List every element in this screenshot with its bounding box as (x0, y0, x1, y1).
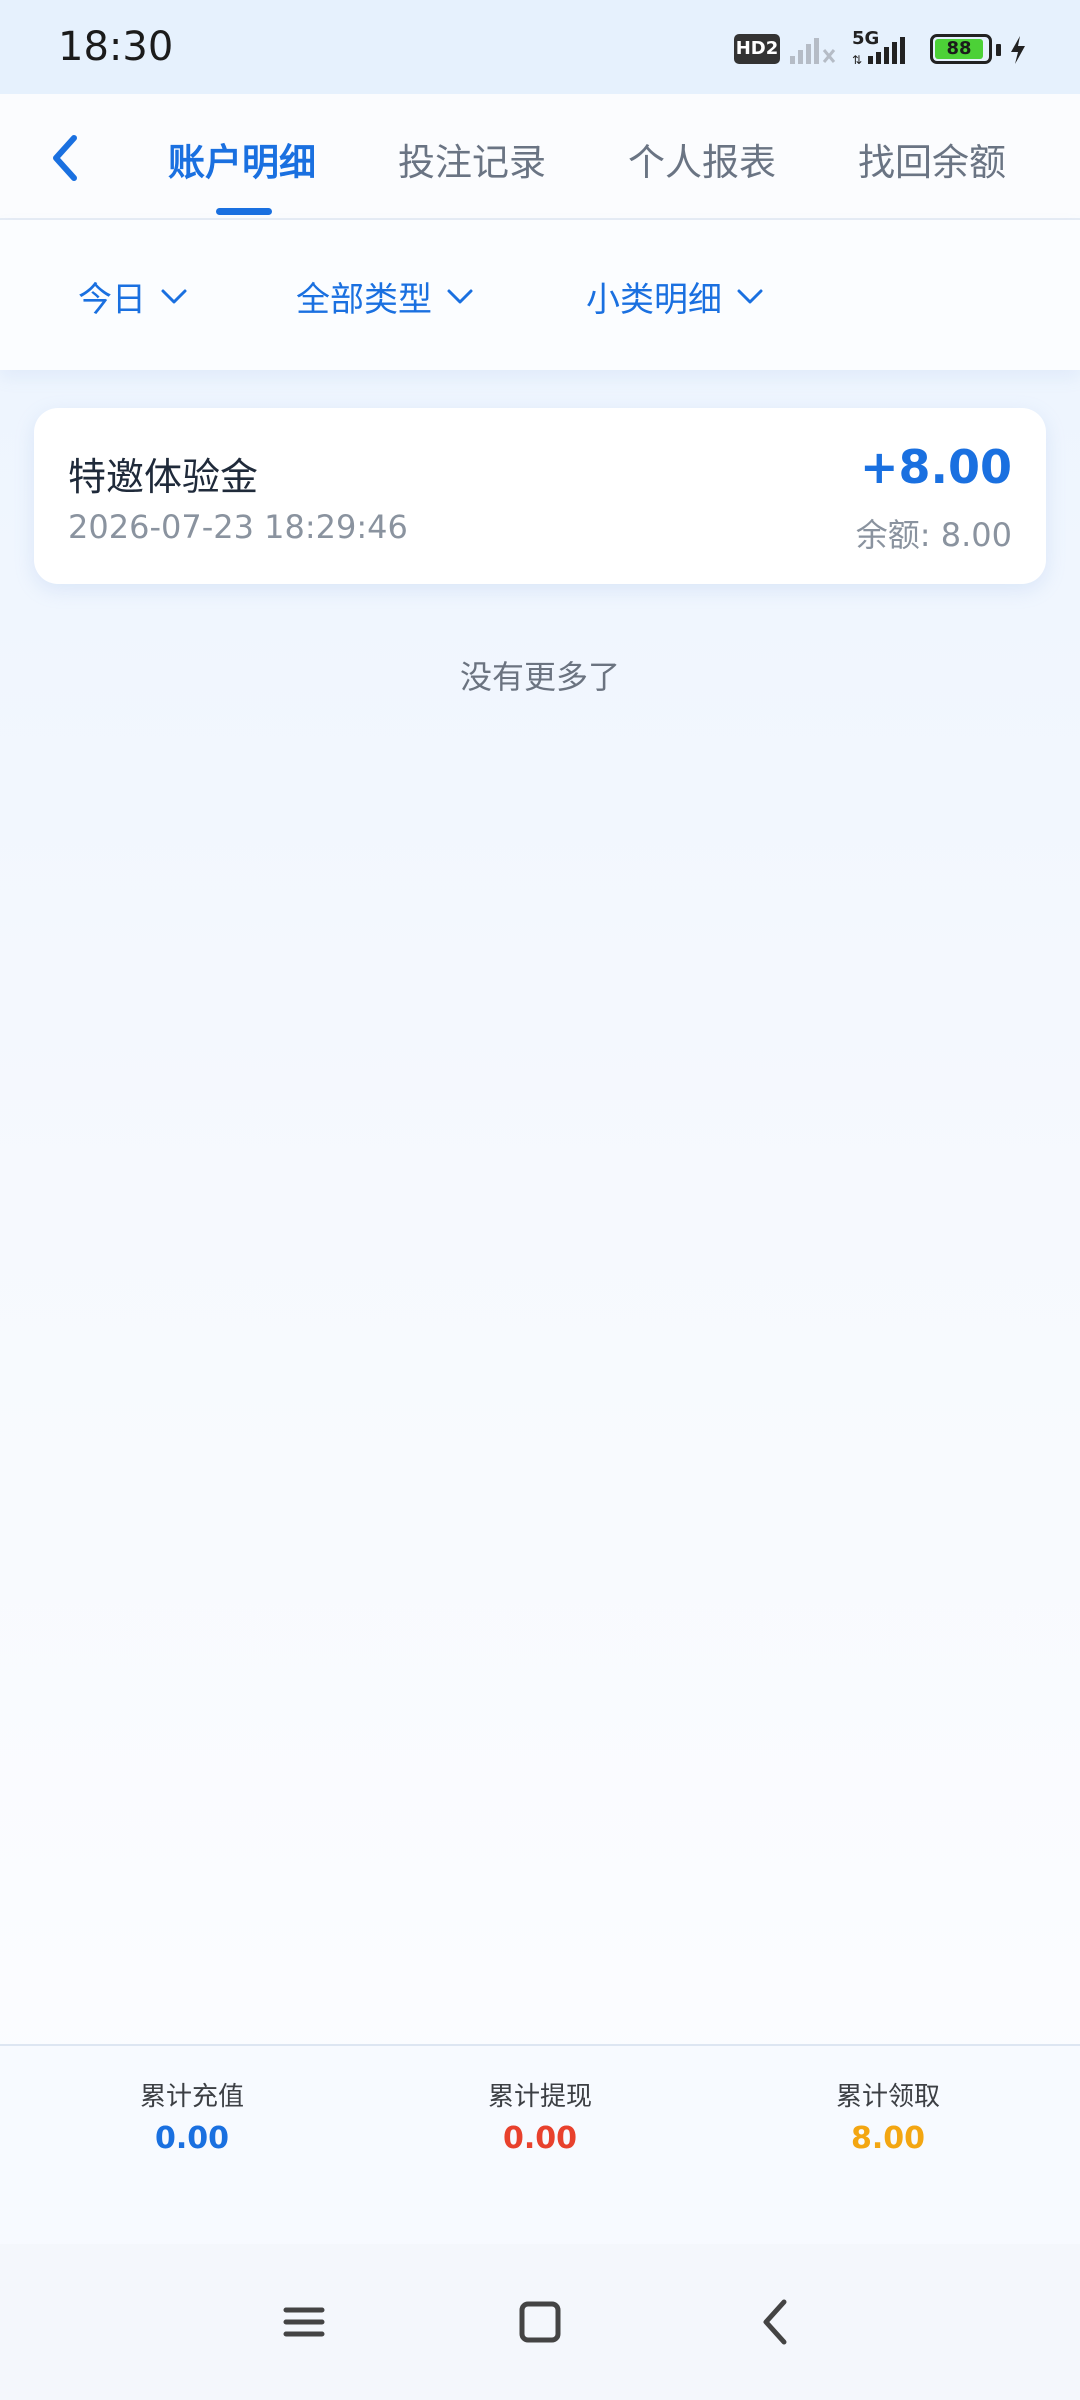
status-icons: HD2 5G ⇅ 88 (734, 28, 1034, 70)
filter-type-label: 全部类型 (296, 280, 432, 320)
chevron-down-icon (447, 289, 473, 303)
header: 账户明细 投注记录 个人报表 找回余额 (0, 94, 1080, 220)
back-icon[interactable] (740, 2286, 812, 2358)
battery-level: 88 (935, 39, 983, 59)
system-nav-bar (0, 2244, 1080, 2400)
stat-claim-label: 累计领取 (835, 2082, 940, 2112)
filter-subtype-label: 小类明细 (586, 280, 722, 320)
tab-personal-report[interactable]: 个人报表 (628, 132, 776, 186)
list-end-text: 没有更多了 (459, 658, 620, 696)
record-time: 2026-07-23 18:29:46 (68, 508, 408, 546)
stat-withdraw: 累计提现 0.00 (360, 2076, 720, 2156)
tab-account-details[interactable]: 账户明细 (168, 132, 316, 186)
filter-date-label: 今日 (78, 280, 146, 320)
record-amount: +8.00 (859, 440, 1012, 494)
signal-icon: ⇅ (852, 37, 905, 66)
status-bar: 18:30 HD2 5G ⇅ 88 (0, 0, 1080, 94)
app-root: 18:30 HD2 5G ⇅ 88 账户明细 投注记录 个人报表 找回余额 今日… (0, 0, 1080, 2400)
tab-bet-records[interactable]: 投注记录 (398, 132, 546, 186)
filter-type[interactable]: 全部类型 (296, 272, 474, 321)
stat-recharge: 累计充值 0.00 (12, 2076, 372, 2156)
status-time: 18:30 (58, 24, 174, 70)
stat-claim-value: 8.00 (850, 2121, 926, 2156)
signal-off-icon (790, 38, 836, 64)
charging-icon (1011, 36, 1025, 64)
filter-subtype[interactable]: 小类明细 (586, 272, 764, 321)
filter-date[interactable]: 今日 (78, 272, 188, 321)
stat-withdraw-value: 0.00 (502, 2121, 578, 2156)
stat-recharge-label: 累计充值 (139, 2082, 244, 2112)
stat-recharge-value: 0.00 (154, 2121, 230, 2156)
list-item[interactable]: 特邀体验金 2026-07-23 18:29:46 +8.00 余额: 8.00 (34, 408, 1046, 584)
stat-withdraw-label: 累计提现 (487, 2082, 592, 2112)
tab-recover-balance[interactable]: 找回余额 (858, 132, 1006, 186)
record-title: 特邀体验金 (68, 455, 259, 499)
battery-icon: 88 (930, 34, 992, 64)
chevron-down-icon (737, 289, 763, 303)
hd-badge: HD2 (734, 34, 780, 64)
menu-icon[interactable] (268, 2286, 340, 2358)
svg-text:⇅: ⇅ (852, 53, 862, 66)
back-button[interactable] (40, 128, 90, 188)
record-balance: 余额: 8.00 (855, 516, 1012, 554)
stat-claim: 累计领取 8.00 (708, 2076, 1068, 2156)
filter-bar: 今日 全部类型 小类明细 (0, 220, 1080, 370)
stats-bar: 累计充值 0.00 累计提现 0.00 累计领取 8.00 (0, 2044, 1080, 2244)
chevron-down-icon (161, 289, 187, 303)
home-icon[interactable] (504, 2286, 576, 2358)
battery-tip (996, 44, 1001, 56)
tab-indicator (216, 208, 272, 215)
